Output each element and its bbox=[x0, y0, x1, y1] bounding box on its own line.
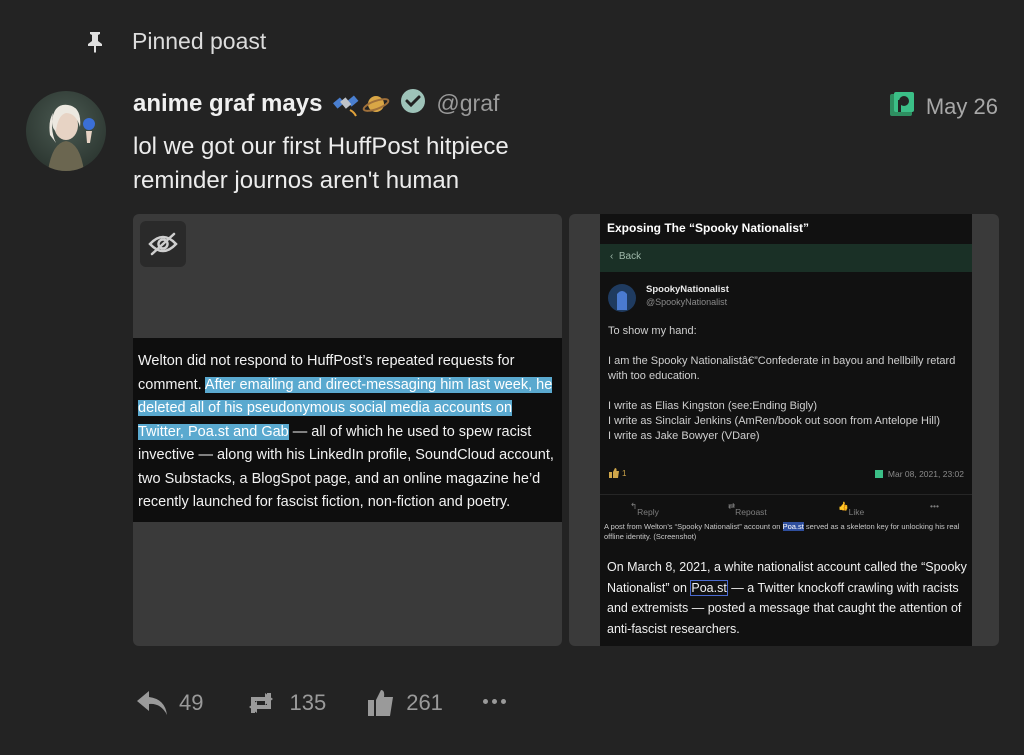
media-attachment-1[interactable]: Welton did not respond to HuffPost’s rep… bbox=[133, 214, 562, 646]
post-header: anime graf mays @graf bbox=[133, 88, 499, 119]
pinned-row: Pinned poast bbox=[84, 28, 266, 55]
like-count: 1 bbox=[608, 467, 626, 479]
eye-slash-icon bbox=[148, 232, 178, 256]
verified-check-icon bbox=[400, 88, 426, 119]
post-date[interactable]: May 26 bbox=[888, 90, 998, 123]
media-attachment-2[interactable]: Exposing The “Spooky Nationalist” ‹ Back… bbox=[569, 214, 999, 646]
media-gallery: Welton did not respond to HuffPost’s rep… bbox=[133, 214, 999, 646]
screenshot-paragraph: On March 8, 2021, a white nationalist ac… bbox=[607, 560, 967, 636]
poast-logo-icon bbox=[888, 90, 916, 123]
more-icon[interactable] bbox=[482, 698, 506, 704]
screenshot-caption: A post from Welton’s “Spooky Nationalist… bbox=[604, 522, 960, 541]
ringed-planet-emoji bbox=[363, 95, 390, 112]
pinned-label: Pinned poast bbox=[132, 28, 267, 54]
thumbs-up-icon bbox=[368, 690, 394, 716]
like-button[interactable]: 261 bbox=[366, 688, 443, 718]
like-label: 👍 Like bbox=[838, 501, 865, 517]
repost-button[interactable]: 135 bbox=[243, 689, 326, 717]
screenshot-post: To show my hand: I am the Spooky Nationa… bbox=[608, 325, 956, 442]
back-bar: ‹ Back bbox=[600, 244, 972, 272]
pin-icon bbox=[84, 29, 106, 55]
back-label: ‹ Back bbox=[610, 251, 642, 262]
more-label: ••• bbox=[930, 501, 939, 511]
timestamp: Mar 08, 2021, 23:02 bbox=[874, 469, 964, 479]
like-count: 261 bbox=[406, 690, 443, 715]
user-name: SpookyNationalist bbox=[646, 284, 729, 295]
date-text: May 26 bbox=[925, 93, 998, 119]
reply-label: ↰ Reply bbox=[630, 501, 659, 517]
screenshot-title: Exposing The “Spooky Nationalist” bbox=[607, 221, 810, 235]
reply-icon bbox=[137, 691, 167, 715]
reply-button[interactable]: 49 bbox=[135, 689, 203, 717]
content-line: lol we got our first HuffPost hitpiece bbox=[133, 133, 509, 160]
reply-count: 49 bbox=[179, 690, 204, 715]
satellite-emoji bbox=[333, 94, 359, 116]
repoast-label: ⇄ Repoast bbox=[728, 501, 767, 517]
avatar[interactable] bbox=[26, 91, 106, 171]
article-excerpt: Welton did not respond to HuffPost’s rep… bbox=[133, 338, 562, 522]
author-handle[interactable]: @graf bbox=[436, 90, 499, 117]
hide-media-button[interactable] bbox=[140, 221, 186, 267]
repost-count: 135 bbox=[289, 690, 327, 715]
author-emoji bbox=[332, 90, 390, 118]
post-actions: 49 135 261 bbox=[135, 688, 506, 718]
repost-icon bbox=[249, 693, 274, 713]
screenshot-actions: ↰ Reply ⇄ Repoast 👍 Like ••• bbox=[600, 494, 972, 517]
article-text: Welton did not respond to HuffPost’s rep… bbox=[138, 353, 554, 510]
user-handle: @SpookyNationalist bbox=[646, 297, 728, 307]
content-line: reminder journos aren't human bbox=[133, 167, 460, 194]
author-name[interactable]: anime graf mays bbox=[133, 90, 322, 118]
screenshot: Exposing The “Spooky Nationalist” ‹ Back… bbox=[600, 214, 972, 646]
screenshot-user: SpookyNationalist @SpookyNationalist bbox=[608, 284, 729, 312]
post-content: lol we got our first HuffPost hitpiece r… bbox=[133, 130, 509, 198]
user-avatar bbox=[608, 284, 636, 312]
